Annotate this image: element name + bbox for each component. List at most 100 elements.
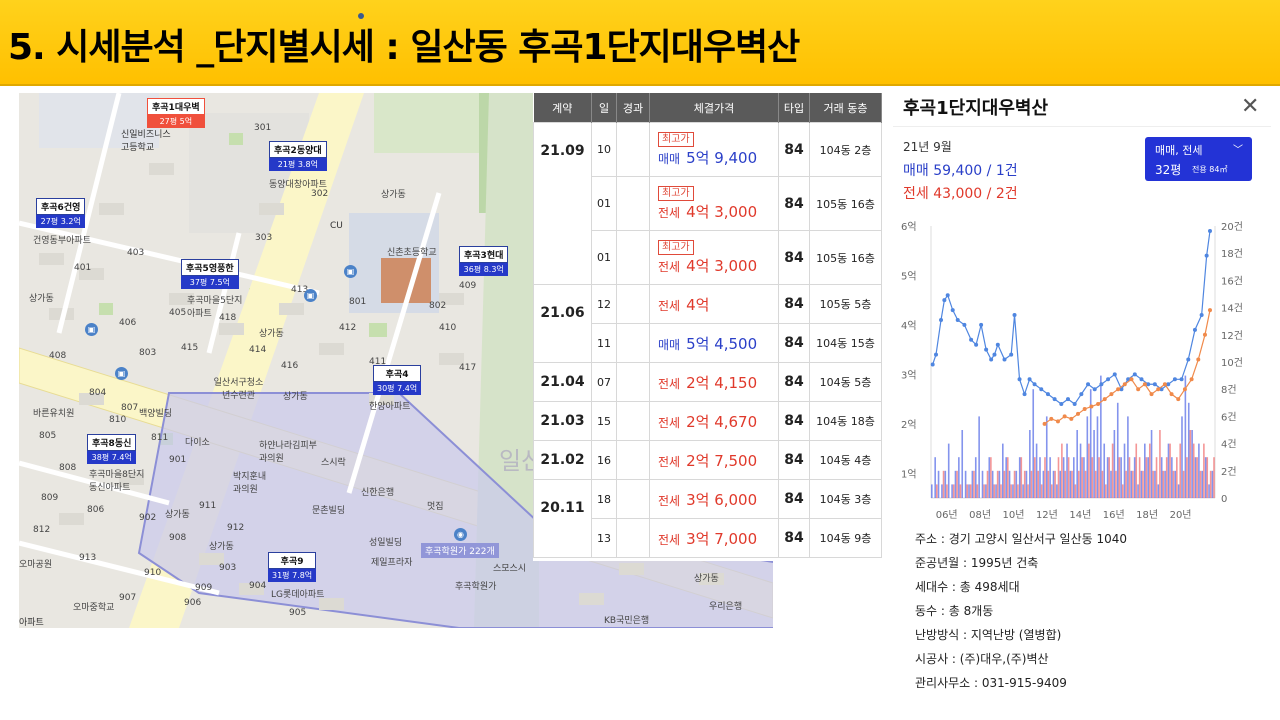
chart-point-jeonse bbox=[1116, 387, 1121, 392]
chart-point-sale bbox=[930, 362, 935, 367]
trade-amount: 4억 3,000 bbox=[686, 203, 758, 221]
chart-point-jeonse bbox=[1142, 382, 1147, 387]
map-label: 상가동 bbox=[259, 329, 284, 339]
chart-point-jeonse bbox=[1196, 357, 1201, 362]
cell-elapsed bbox=[616, 479, 650, 519]
cell-type: 84 bbox=[778, 122, 810, 177]
price-chart[interactable]: 1억 2억 3억 4억 5억 6억 0 2건 4건 6건 8건 10건 12건 14건 16건 18건 20건 0… bbox=[893, 214, 1271, 534]
cell-contract-month: 21.02 bbox=[533, 440, 592, 480]
map-pin-hugok2[interactable]: 후곡2동양대 21평 3.8억 bbox=[269, 141, 327, 171]
close-icon[interactable]: ✕ bbox=[1241, 94, 1259, 119]
cell-contract-month: 20.11 bbox=[533, 479, 592, 558]
chart-point-jeonse bbox=[1055, 419, 1060, 424]
chart-point-sale bbox=[950, 308, 955, 313]
chart-bar-jeonse-count bbox=[969, 484, 972, 498]
chart-bar-sale-count bbox=[1181, 416, 1183, 498]
cell-type: 84 bbox=[778, 176, 810, 231]
table-row[interactable]: 21.02 16 전세 2억 7,500 84 104동 4층 bbox=[533, 440, 882, 480]
map-label: 멋집 bbox=[427, 502, 444, 512]
chart-bar-jeonse-count bbox=[976, 484, 979, 498]
col-header-contract[interactable]: 계약 bbox=[533, 93, 592, 123]
map-pin-hugok1[interactable]: 후곡1대우벽 27평 5억 bbox=[147, 98, 205, 128]
cell-contract-month: 21.04 bbox=[533, 362, 592, 402]
cell-price: 전세 2억 4,670 bbox=[649, 401, 779, 441]
chart-y-tick-label: 4억 bbox=[901, 320, 917, 332]
chart-bar-jeonse-count bbox=[1128, 457, 1131, 498]
table-row[interactable]: 21.06 12 전세 4억 84 105동 5층 bbox=[533, 284, 882, 363]
map-label: 오마중학교 bbox=[73, 603, 115, 613]
chart-y2-tick-label: 0 bbox=[1221, 494, 1227, 505]
pin-price: 21평 3.8억 bbox=[269, 158, 327, 171]
chart-point-sale bbox=[974, 342, 979, 347]
chart-bar-jeonse-count bbox=[935, 484, 938, 498]
chart-bar-jeonse-count bbox=[1159, 430, 1161, 498]
bus-stop-icon[interactable]: ▣ bbox=[304, 289, 317, 302]
map-block-number: 416 bbox=[281, 361, 299, 371]
bus-stop-icon[interactable]: ▣ bbox=[344, 265, 357, 278]
col-header-type[interactable]: 타입 bbox=[778, 93, 810, 123]
map-pin-hugok4[interactable]: 후곡4 30평 7.4억 bbox=[373, 365, 422, 395]
chart-point-sale bbox=[1139, 377, 1144, 382]
table-row[interactable]: 21.09 10 최고가 매매 5억 9,400 84 104동 2층 bbox=[533, 122, 882, 285]
chart-bar-sale-count bbox=[1110, 470, 1112, 498]
chart-bar-jeonse-count bbox=[1040, 484, 1043, 498]
trade-kind: 전세 bbox=[658, 493, 681, 508]
chart-bar-sale-count bbox=[937, 470, 940, 498]
chart-point-sale bbox=[955, 317, 960, 322]
cell-elapsed bbox=[616, 284, 650, 324]
chart-bar-sale-count bbox=[1208, 484, 1210, 498]
cell-price: 최고가 매매 5억 9,400 bbox=[649, 122, 779, 177]
subway-icon[interactable]: ◉ bbox=[454, 528, 467, 541]
chart-bar-jeonse-count bbox=[1105, 484, 1107, 498]
col-header-price[interactable]: 체결가격 bbox=[649, 93, 779, 123]
cell-price: 전세 4억 bbox=[649, 284, 779, 324]
map-label: 바른유치원 bbox=[33, 409, 75, 419]
panel-divider bbox=[893, 126, 1271, 127]
chart-point-jeonse bbox=[1069, 416, 1074, 421]
map-label: 후곡마을5단지아파트 bbox=[187, 296, 243, 319]
table-row[interactable]: 20.11 18 전세 3억 6,000 84 104동 3층 bbox=[533, 479, 882, 558]
chart-bar-jeonse-count bbox=[1061, 443, 1063, 498]
bus-stop-icon[interactable]: ▣ bbox=[85, 323, 98, 336]
map-pin-hugok8[interactable]: 후곡8동신 38평 7.4억 bbox=[87, 434, 137, 464]
col-header-day[interactable]: 일 bbox=[591, 93, 617, 123]
chart-bar-sale-count bbox=[1045, 416, 1048, 498]
chart-bar-sale-count bbox=[1184, 375, 1187, 498]
cell-day: 10 bbox=[591, 122, 617, 177]
table-row[interactable]: 21.03 15 전세 2억 4,670 84 104동 18층 bbox=[533, 401, 882, 441]
trade-kind: 전세 bbox=[658, 376, 681, 391]
map-pin-hugok6[interactable]: 후곡6건영 27평 3.2억 bbox=[36, 198, 86, 228]
map-block-number: 403 bbox=[127, 248, 145, 258]
area-type-selector[interactable]: 매매, 전세 ﹀ 32평 전용 84㎡ bbox=[1145, 137, 1252, 181]
map-block-number: 908 bbox=[169, 533, 187, 543]
map-pin-hugok3[interactable]: 후곡3현대 36평 8.3억 bbox=[459, 246, 509, 276]
map-block-number: 810 bbox=[109, 415, 127, 425]
chart-bar-sale-count bbox=[1005, 457, 1007, 498]
bus-stop-icon[interactable]: ▣ bbox=[115, 367, 128, 380]
chart-bar-sale-count bbox=[1015, 470, 1018, 498]
chart-bar-sale-count bbox=[1164, 470, 1166, 498]
col-header-dong-floor[interactable]: 거래 동층 bbox=[809, 93, 882, 123]
chart-bar-jeonse-count bbox=[1118, 457, 1121, 498]
map-block-number: 406 bbox=[119, 318, 137, 328]
map-pin-hugok5[interactable]: 후곡5영풍한 37평 7.5억 bbox=[181, 259, 239, 289]
col-header-elapsed[interactable]: 경과 bbox=[616, 93, 650, 123]
chart-x-tick-label: 20년 bbox=[1170, 509, 1192, 521]
cell-type: 84 bbox=[778, 284, 810, 324]
map-pin-hugok9[interactable]: 후곡9 31평 7.8억 bbox=[268, 552, 317, 582]
table-row[interactable]: 21.04 07 전세 2억 4,150 84 104동 5층 bbox=[533, 362, 882, 402]
map-label: 상가동 bbox=[694, 574, 719, 584]
chart-bar-jeonse-count bbox=[952, 484, 955, 498]
cell-dong-floor: 104동 2층 bbox=[809, 122, 882, 177]
chart-bar-jeonse-count bbox=[1189, 430, 1192, 498]
chart-point-jeonse bbox=[1076, 411, 1081, 416]
map-busy-tag[interactable]: 후곡학원가 222개 bbox=[421, 543, 499, 558]
chart-point-sale bbox=[1106, 377, 1111, 382]
chart-bar-sale-count bbox=[1171, 457, 1173, 498]
chart-x-tick-label: 18년 bbox=[1136, 509, 1158, 521]
chart-point-jeonse bbox=[1149, 392, 1154, 397]
map-block-number: 803 bbox=[139, 348, 157, 358]
trade-amount: 2억 4,150 bbox=[686, 373, 758, 392]
chart-y2-tick-label: 10건 bbox=[1221, 357, 1243, 369]
map-label: 우리은행 bbox=[709, 602, 743, 612]
